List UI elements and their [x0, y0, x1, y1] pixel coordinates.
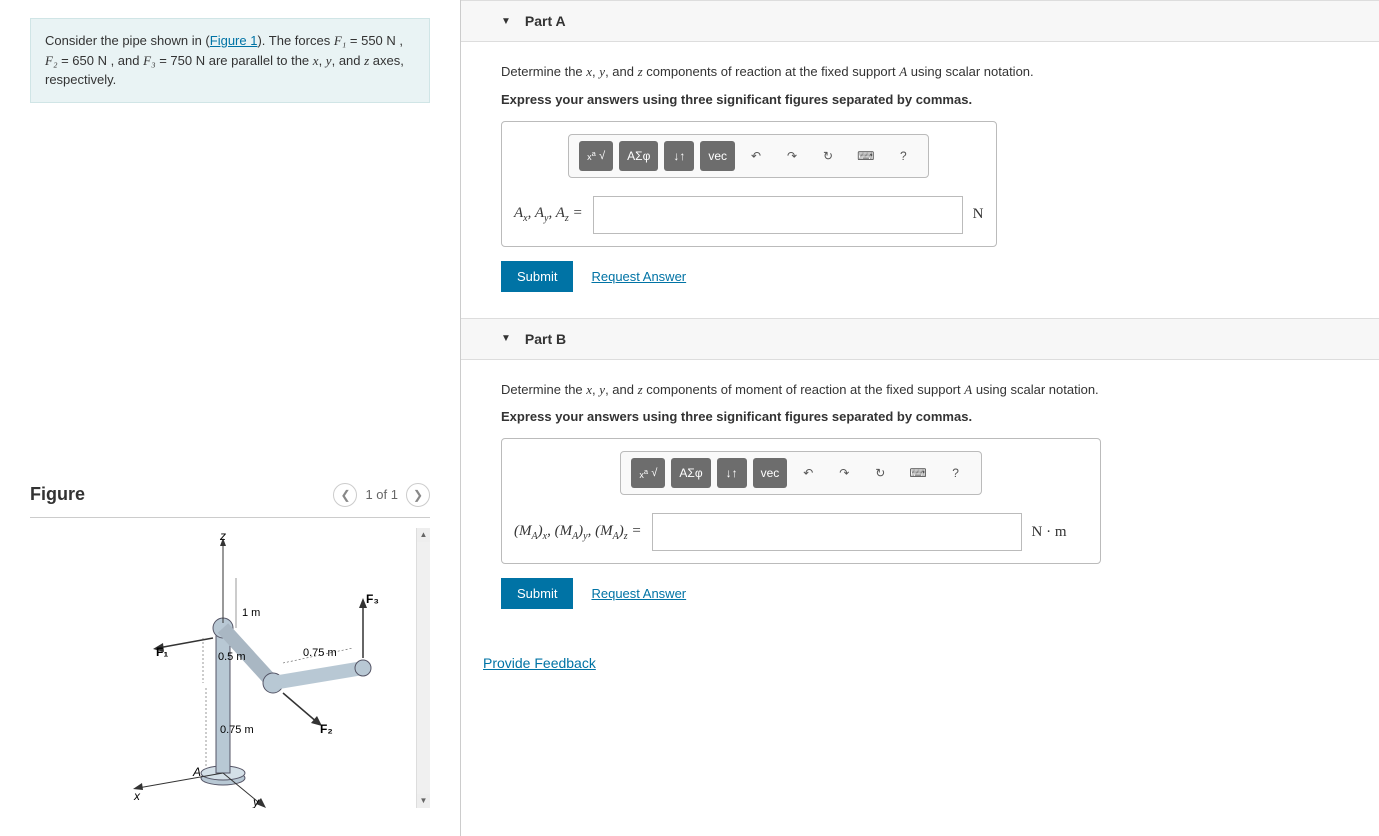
- figure-link[interactable]: Figure 1: [210, 33, 258, 48]
- svg-text:0.5 m: 0.5 m: [218, 651, 246, 663]
- subscript-button[interactable]: ↓↑: [664, 141, 694, 171]
- figure-next-button[interactable]: ❯: [406, 483, 430, 507]
- part-a-answer-box: xa √ ΑΣφ ↓↑ vec ↶ ↷ ↻ ⌨ ? Ax, Ay, Az = N: [501, 121, 997, 247]
- part-a-unit: N: [973, 206, 984, 223]
- right-panel: ▼ Part A Determine the x, y, and z compo…: [461, 0, 1379, 836]
- svg-text:0.75 m: 0.75 m: [220, 724, 254, 736]
- formula-toolbar: xa √ ΑΣφ ↓↑ vec ↶ ↷ ↻ ⌨ ?: [568, 134, 929, 178]
- figure-counter: 1 of 1: [365, 487, 398, 502]
- part-b-title: Part B: [525, 331, 566, 347]
- part-b-answer-box: xa √ ΑΣφ ↓↑ vec ↶ ↷ ↻ ⌨ ? (MA)x, (MA)y, …: [501, 438, 1101, 564]
- left-panel: Consider the pipe shown in (Figure 1). T…: [0, 0, 461, 836]
- collapse-icon: ▼: [501, 16, 511, 27]
- collapse-icon: ▼: [501, 333, 511, 344]
- template-button[interactable]: xa √: [631, 458, 665, 488]
- svg-text:x: x: [133, 789, 141, 803]
- part-a-title: Part A: [525, 13, 566, 29]
- scroll-down-icon[interactable]: ▼: [417, 794, 430, 808]
- figure-prev-button[interactable]: ❮: [333, 483, 357, 507]
- figure-title: Figure: [30, 484, 85, 505]
- keyboard-button[interactable]: ⌨: [901, 458, 934, 488]
- redo-button[interactable]: ↷: [777, 141, 807, 171]
- part-b-unit: N · m: [1032, 524, 1067, 541]
- part-b-request-link[interactable]: Request Answer: [591, 586, 686, 601]
- provide-feedback-link[interactable]: Provide Feedback: [461, 635, 618, 691]
- part-a-header[interactable]: ▼ Part A: [461, 0, 1379, 42]
- part-a-submit-button[interactable]: Submit: [501, 261, 573, 292]
- part-a-prompt: Determine the x, y, and z components of …: [501, 62, 1339, 82]
- formula-toolbar: xa √ ΑΣφ ↓↑ vec ↶ ↷ ↻ ⌨ ?: [620, 451, 981, 495]
- part-b-instruct: Express your answers using three signifi…: [501, 409, 1339, 424]
- svg-text:F₂: F₂: [320, 722, 333, 736]
- help-button[interactable]: ?: [941, 458, 971, 488]
- figure-image: z x y A F₁ F₂ F₃ 1 m 0.5 m 0.75 m 0.75 m: [30, 528, 416, 808]
- undo-button[interactable]: ↶: [741, 141, 771, 171]
- part-b-submit-button[interactable]: Submit: [501, 578, 573, 609]
- part-b-input[interactable]: [652, 513, 1022, 551]
- part-a-instruct: Express your answers using three signifi…: [501, 92, 1339, 107]
- problem-statement: Consider the pipe shown in (Figure 1). T…: [30, 18, 430, 103]
- svg-text:F₃: F₃: [366, 592, 379, 606]
- keyboard-button[interactable]: ⌨: [849, 141, 882, 171]
- svg-text:0.75 m: 0.75 m: [303, 647, 337, 659]
- figure-nav: ❮ 1 of 1 ❯: [333, 483, 430, 507]
- vector-button[interactable]: vec: [700, 141, 735, 171]
- redo-button[interactable]: ↷: [829, 458, 859, 488]
- part-b-header[interactable]: ▼ Part B: [461, 318, 1379, 360]
- svg-text:F₁: F₁: [156, 645, 168, 659]
- part-b-vars: (MA)x, (MA)y, (MA)z =: [514, 523, 642, 542]
- undo-button[interactable]: ↶: [793, 458, 823, 488]
- part-a-body: Determine the x, y, and z components of …: [461, 42, 1379, 318]
- scroll-up-icon[interactable]: ▲: [417, 528, 430, 542]
- figure-scrollbar[interactable]: ▲ ▼: [416, 528, 430, 808]
- svg-text:z: z: [219, 529, 226, 543]
- template-button[interactable]: xa √: [579, 141, 613, 171]
- part-a-input[interactable]: [593, 196, 963, 234]
- svg-text:A: A: [192, 765, 201, 779]
- part-b-prompt: Determine the x, y, and z components of …: [501, 380, 1339, 400]
- reset-button[interactable]: ↻: [813, 141, 843, 171]
- part-b-body: Determine the x, y, and z components of …: [461, 360, 1379, 636]
- reset-button[interactable]: ↻: [865, 458, 895, 488]
- svg-text:1 m: 1 m: [242, 607, 260, 619]
- part-a-request-link[interactable]: Request Answer: [591, 269, 686, 284]
- subscript-button[interactable]: ↓↑: [717, 458, 747, 488]
- help-button[interactable]: ?: [888, 141, 918, 171]
- part-a-vars: Ax, Ay, Az =: [514, 205, 583, 224]
- greek-button[interactable]: ΑΣφ: [619, 141, 658, 171]
- figure-section: Figure ❮ 1 of 1 ❯: [30, 483, 430, 818]
- svg-text:y: y: [252, 795, 260, 808]
- text: Consider the pipe shown in (: [45, 33, 210, 48]
- greek-button[interactable]: ΑΣφ: [671, 458, 710, 488]
- vector-button[interactable]: vec: [753, 458, 788, 488]
